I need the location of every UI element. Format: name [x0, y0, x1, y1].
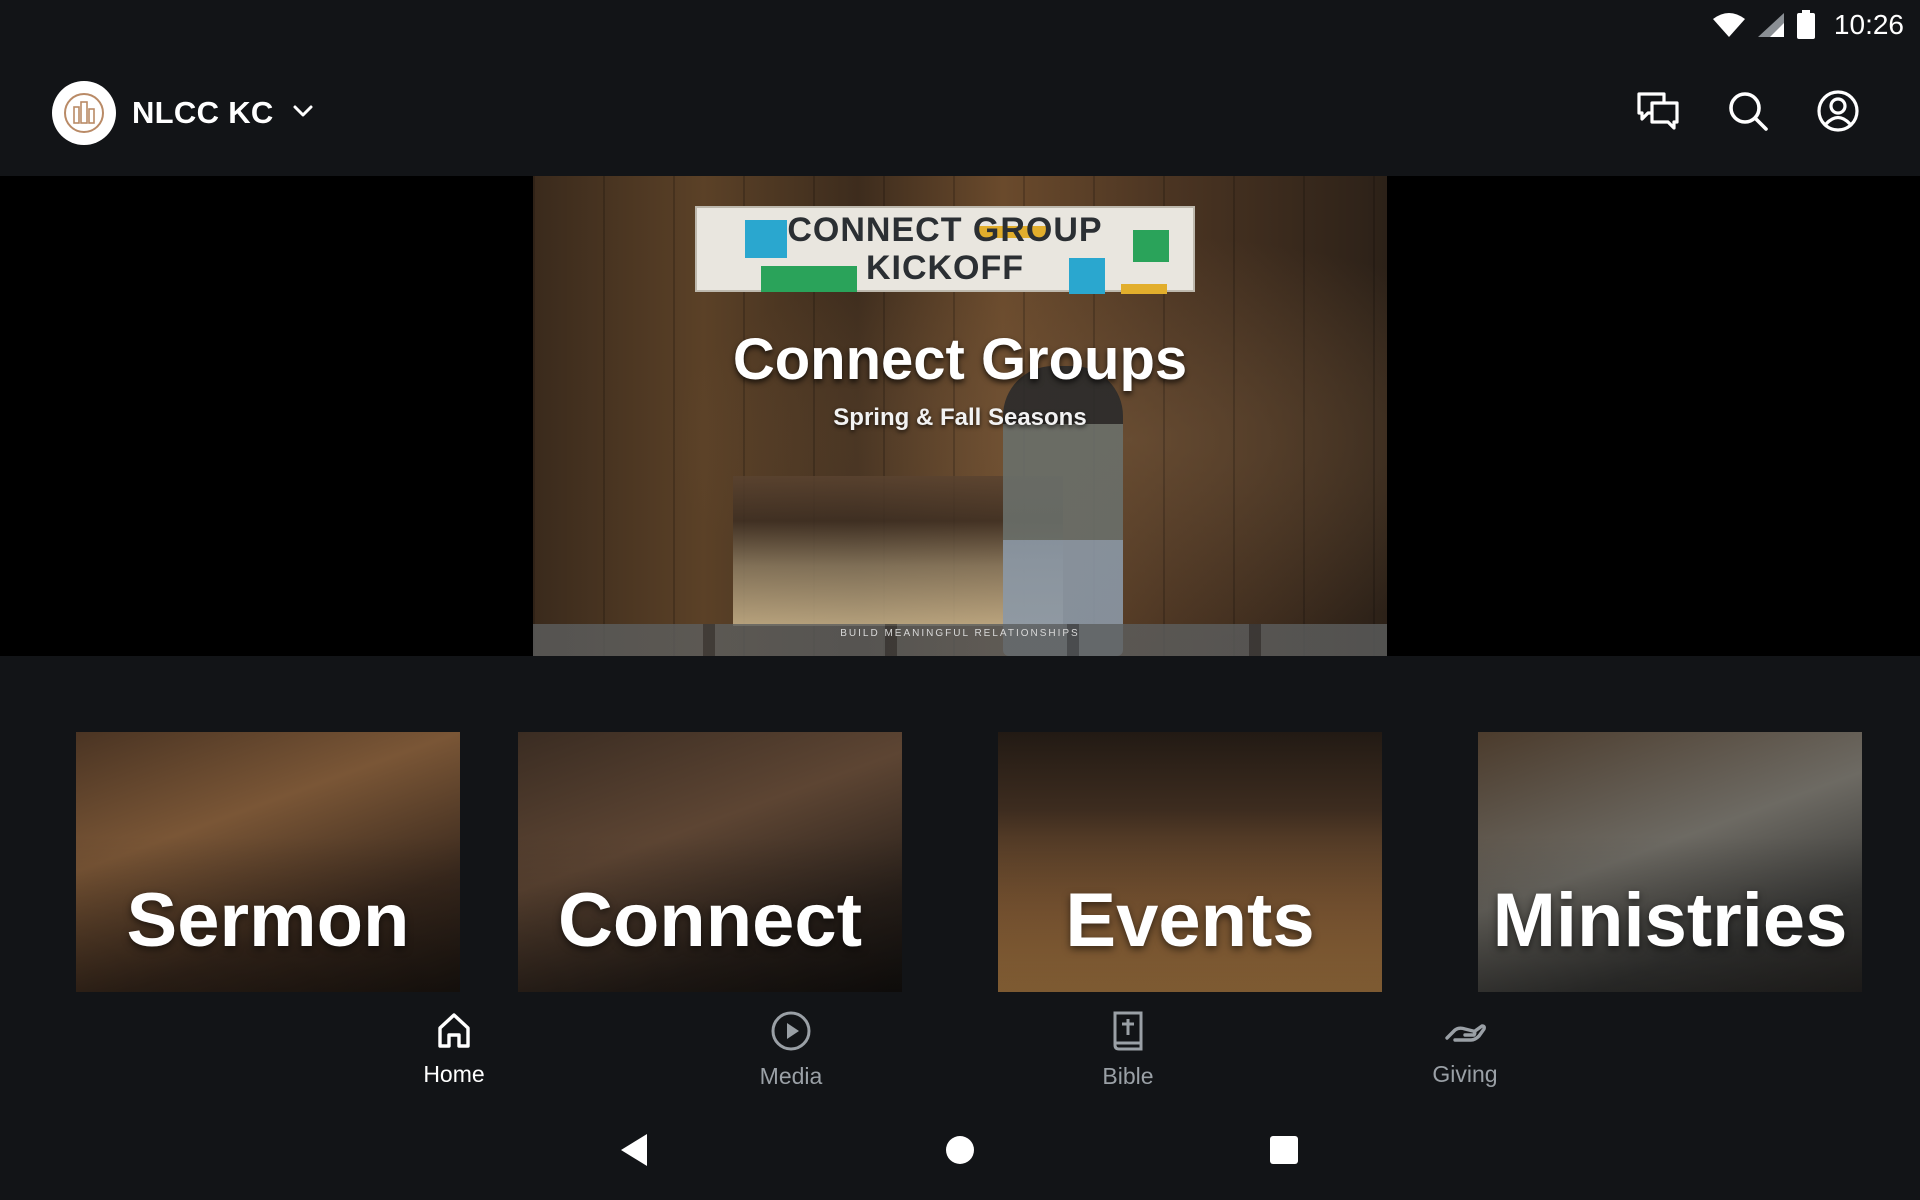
status-bar: 10:26 [0, 0, 1920, 50]
tile-label: Events [1065, 878, 1315, 963]
chat-button[interactable] [1636, 91, 1680, 135]
battery-icon [1796, 10, 1816, 40]
org-switcher[interactable]: NLCC KC [52, 81, 316, 145]
home-icon [434, 1010, 474, 1055]
nav-label: Home [423, 1061, 485, 1087]
app-header: NLCC KC [0, 50, 1920, 176]
nav-label: Media [759, 1063, 823, 1089]
chevron-down-icon [290, 98, 316, 129]
tile-ministries[interactable]: Ministries [1478, 732, 1862, 992]
back-triangle-icon [617, 1132, 651, 1173]
hero-tagline: BUILD MEANINGFUL RELATIONSHIPS [840, 628, 1080, 639]
system-nav-bar [0, 1112, 1920, 1192]
tile-sermon[interactable]: Sermon [76, 732, 460, 992]
hero-banner-line1: CONNECT GROUP [787, 211, 1103, 249]
nav-item-media[interactable]: Media [691, 1010, 891, 1100]
cellular-signal-icon [1756, 11, 1786, 39]
header-actions [1636, 89, 1860, 138]
nav-item-bible[interactable]: Bible [1028, 1010, 1228, 1100]
bible-icon [1108, 1010, 1148, 1057]
hero-banner-sign: CONNECT GROUP KICKOFF [695, 206, 1195, 294]
tile-label: Sermon [126, 878, 410, 963]
nav-label: Giving [1432, 1061, 1498, 1087]
back-button[interactable] [614, 1132, 654, 1172]
tile-label: Connect [558, 878, 862, 963]
hero-banner-line2: KICKOFF [865, 249, 1025, 287]
play-circle-icon [770, 1010, 812, 1057]
hero-carousel: CONNECT GROUP KICKOFF Connect Groups Spr… [0, 176, 1920, 656]
recents-button[interactable] [1264, 1132, 1304, 1172]
search-button[interactable] [1726, 91, 1770, 135]
tile-events[interactable]: Events [998, 732, 1382, 992]
recents-square-icon [1268, 1134, 1300, 1171]
nav-item-giving[interactable]: Giving [1365, 1010, 1565, 1100]
tile-connect[interactable]: Connect [518, 732, 902, 992]
hero-title: Connect Groups [732, 327, 1188, 392]
tile-label: Ministries [1492, 878, 1848, 963]
giving-hand-icon [1443, 1010, 1487, 1055]
search-icon [1727, 90, 1769, 137]
hero-slide-connect-groups[interactable]: CONNECT GROUP KICKOFF Connect Groups Spr… [533, 176, 1387, 656]
org-logo [52, 81, 116, 145]
chat-icon [1636, 91, 1680, 136]
bottom-nav: Home Media Bible Giving [0, 1000, 1920, 1100]
account-button[interactable] [1816, 89, 1860, 138]
home-circle-icon [944, 1134, 976, 1171]
org-name: NLCC KC [132, 95, 274, 130]
status-time: 10:26 [1833, 9, 1904, 40]
home-system-button[interactable] [940, 1132, 980, 1172]
nav-item-home[interactable]: Home [354, 1010, 554, 1100]
account-icon [1816, 89, 1860, 138]
wifi-icon [1712, 11, 1746, 39]
hero-subtitle: Spring & Fall Seasons [833, 404, 1087, 431]
nav-label: Bible [1102, 1063, 1154, 1089]
